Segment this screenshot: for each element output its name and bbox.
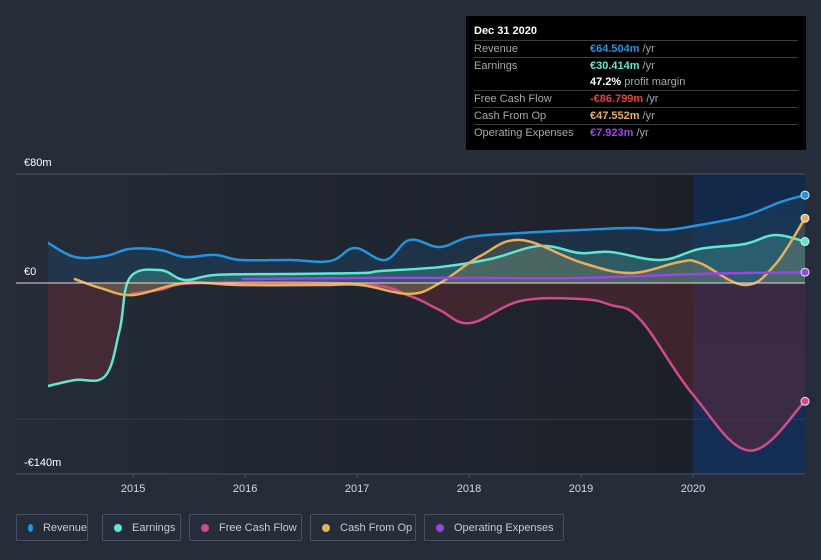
- x-tick-label: 2018: [457, 483, 481, 495]
- legend-dot-icon: [201, 523, 209, 532]
- y-tick-label: -€140m: [24, 457, 61, 469]
- tooltip-row: Revenue €64.504m/yr: [474, 41, 798, 58]
- legend-item-free-cash-flow[interactable]: Free Cash Flow: [189, 514, 302, 541]
- free-cash-flow-end-marker[interactable]: [800, 396, 810, 406]
- tooltip-row: 47.2% profit margin: [474, 74, 798, 91]
- earnings-end-marker[interactable]: [800, 237, 810, 247]
- legend-item-revenue[interactable]: Revenue: [16, 514, 88, 541]
- x-tick-label: 2020: [681, 483, 705, 495]
- tooltip-row-value: -€86.799m: [590, 93, 644, 105]
- tooltip-row: Earnings €30.414m/yr: [474, 58, 798, 74]
- tooltip-row-value: €47.552m: [590, 110, 640, 122]
- legend-label: Operating Expenses: [454, 521, 554, 534]
- tooltip-row-unit: /yr: [642, 110, 655, 122]
- x-tick-label: 2017: [345, 483, 369, 495]
- legend-dot-icon: [322, 523, 330, 532]
- tooltip-row-value: €7.923m: [590, 127, 634, 139]
- tooltip-row: Cash From Op €47.552m/yr: [474, 108, 798, 125]
- tooltip-row-unit: /yr: [646, 93, 659, 105]
- tooltip-row-label: Revenue: [474, 43, 519, 55]
- tooltip-row-unit: /yr: [642, 60, 655, 72]
- legend-item-cash-from-op[interactable]: Cash From Op: [310, 514, 416, 541]
- tooltip-row-label: Cash From Op: [474, 110, 547, 122]
- legend-dot-icon: [114, 523, 122, 532]
- legend-dot-icon: [436, 523, 444, 532]
- cash-from-op-end-marker[interactable]: [800, 213, 810, 223]
- tooltip-row: Free Cash Flow -€86.799m/yr: [474, 91, 798, 108]
- legend-label: Cash From Op: [340, 521, 413, 534]
- x-tick-label: 2019: [569, 483, 593, 495]
- tooltip: Dec 31 2020 Revenue €64.504m/yr Earnings €3…: [466, 16, 806, 150]
- y-tick-label: €0: [24, 266, 36, 278]
- legend-label: Free Cash Flow: [219, 521, 297, 534]
- tooltip-row-value: €30.414m: [590, 60, 640, 72]
- legend-item-earnings[interactable]: Earnings: [102, 514, 181, 541]
- tooltip-row-label: [474, 74, 590, 90]
- tooltip-row-unit: profit margin: [624, 76, 686, 88]
- tooltip-title: Dec 31 2020: [474, 23, 798, 41]
- legend-label: Revenue: [42, 521, 87, 534]
- x-axis-labels: 2015 2016 2017 2018 2019 2020: [121, 474, 705, 495]
- y-tick-label: €80m: [24, 157, 52, 169]
- x-tick-label: 2015: [121, 483, 145, 495]
- tooltip-row-label: Operating Expenses: [474, 127, 574, 139]
- tooltip-row-label: Free Cash Flow: [474, 93, 552, 105]
- x-tick-label: 2016: [233, 483, 257, 495]
- tooltip-row-unit: /yr: [636, 127, 649, 139]
- tooltip-row-label: Earnings: [474, 60, 518, 72]
- operating-expenses-end-marker[interactable]: [800, 267, 810, 277]
- legend-item-operating-expenses[interactable]: Operating Expenses: [424, 514, 564, 541]
- tooltip-row-value: €64.504m: [590, 43, 640, 55]
- legend-dot-icon: [28, 523, 33, 532]
- tooltip-row: Operating Expenses €7.923m/yr: [474, 125, 798, 141]
- tooltip-row-unit: /yr: [642, 43, 655, 55]
- tooltip-row-value: 47.2%: [590, 76, 622, 88]
- revenue-end-marker[interactable]: [800, 190, 810, 200]
- legend-label: Earnings: [132, 521, 176, 534]
